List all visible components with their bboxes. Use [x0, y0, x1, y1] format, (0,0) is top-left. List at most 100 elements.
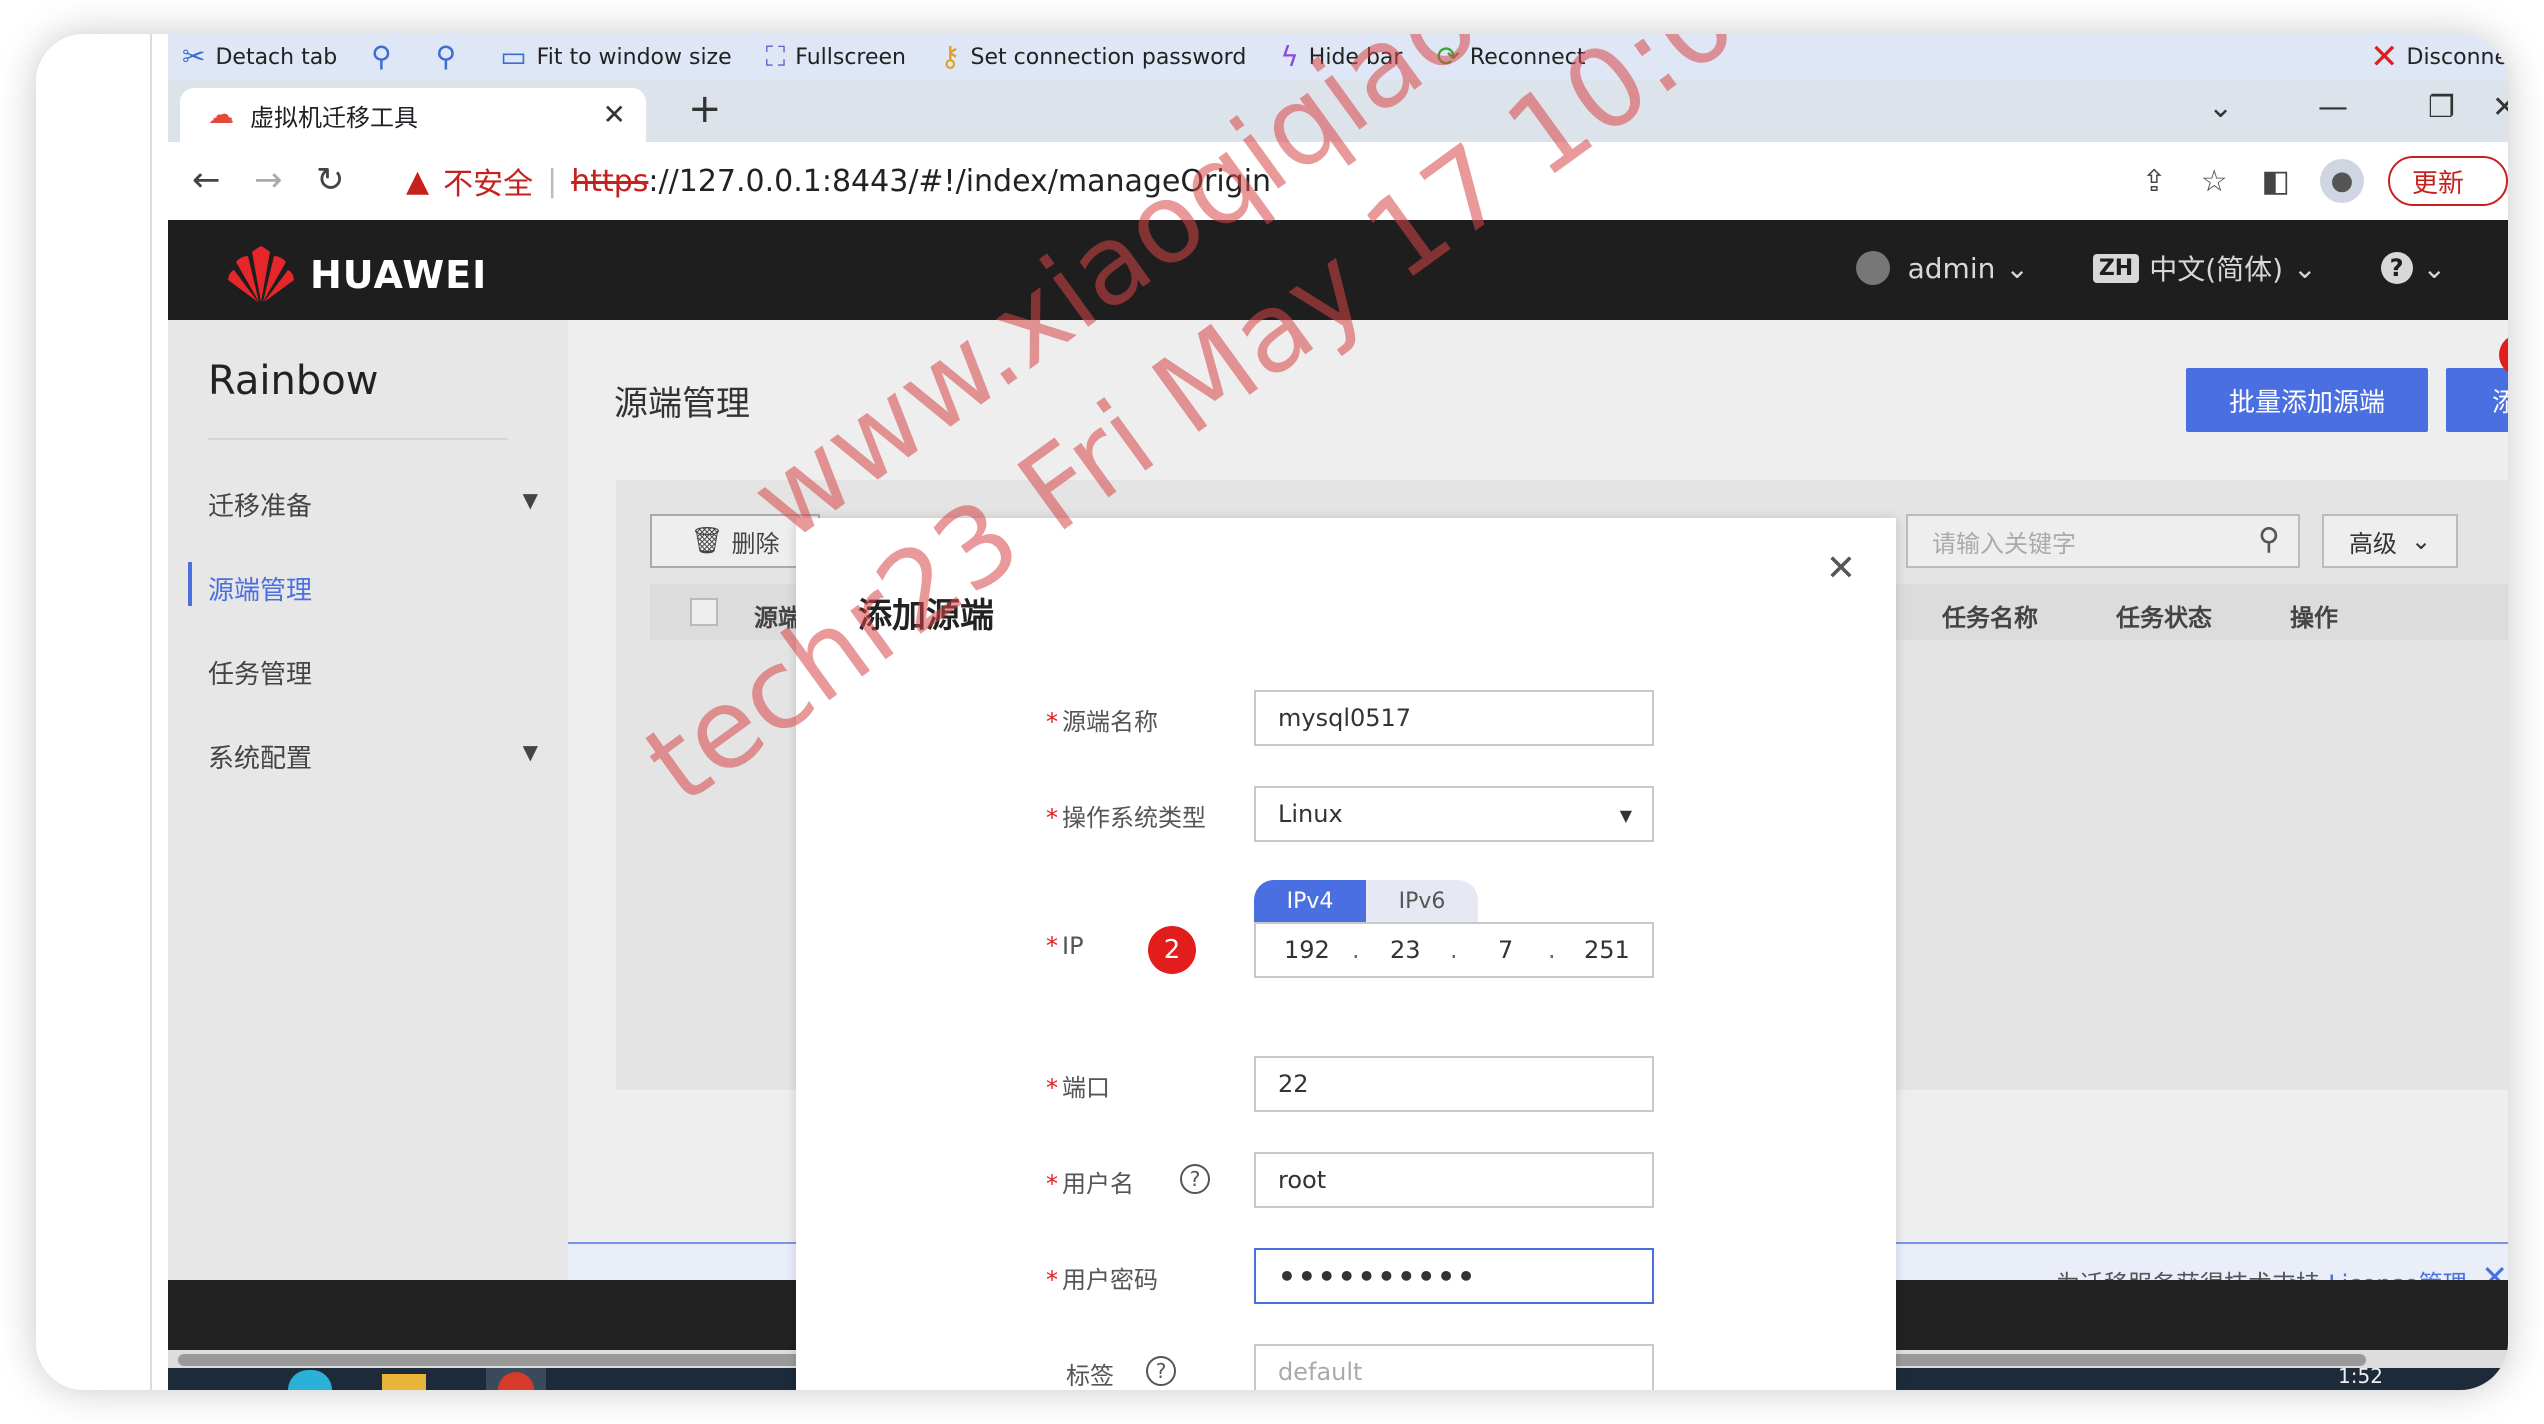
column-header: 操作: [2290, 604, 2338, 632]
language-menu[interactable]: ZH 中文(简体) ⌄: [2092, 248, 2317, 288]
profile-avatar[interactable]: ●: [2320, 159, 2364, 203]
disconnect-button[interactable]: ✕ Disconne: [2370, 34, 2508, 80]
detach-tab-button[interactable]: ✂ Detach tab: [182, 43, 337, 71]
ip-address-input[interactable]: 192 . 23 . 7 . 251: [1254, 922, 1654, 978]
star-icon[interactable]: ☆: [2201, 164, 2228, 199]
caret-down-icon: ▼: [522, 488, 538, 512]
ip-octet[interactable]: 23: [1390, 936, 1421, 964]
ip-dot: .: [1548, 936, 1556, 964]
os-type-select[interactable]: Linux ▼: [1254, 786, 1654, 842]
step-badge-2: 2: [1148, 926, 1196, 974]
sidebar-item-system-config[interactable]: 系统配置 ▼: [208, 738, 538, 775]
ip-octet[interactable]: 251: [1584, 936, 1630, 964]
caret-down-icon: ▼: [522, 740, 538, 764]
ip-octet[interactable]: 7: [1498, 936, 1513, 964]
sidebar-item-source-management[interactable]: 源端管理: [208, 570, 538, 607]
column-header: 任务状态: [2116, 604, 2212, 632]
key-icon: ⚷: [940, 40, 961, 73]
username-input[interactable]: root: [1254, 1152, 1654, 1208]
header-right: admin ⌄ ZH 中文(简体) ⌄ ? ⌄: [1792, 248, 2446, 288]
tab-ipv6[interactable]: IPv6: [1366, 880, 1478, 922]
back-arrow-icon[interactable]: ←: [192, 160, 221, 200]
trash-icon: 🗑: [690, 526, 724, 556]
select-all-checkbox[interactable]: [690, 598, 718, 626]
tag-input[interactable]: default: [1254, 1344, 1654, 1390]
ip-octet[interactable]: 192: [1284, 936, 1330, 964]
column-header: 任务名称: [1942, 604, 2038, 632]
column-header: 源端: [754, 604, 802, 632]
help-circle-icon[interactable]: ?: [1180, 1164, 1210, 1194]
delete-button[interactable]: 🗑 删除: [650, 514, 820, 568]
help-menu[interactable]: ? ⌄: [2380, 251, 2446, 285]
url-path: ://127.0.0.1:8443/#!/index/manageOrigin: [648, 163, 1272, 199]
tab-ipv4[interactable]: IPv4: [1254, 880, 1366, 922]
forward-arrow-icon[interactable]: →: [254, 160, 283, 200]
help-icon: ?: [2380, 252, 2413, 284]
zoom-in-icon: ⚲: [371, 40, 392, 73]
left-divider: [150, 34, 152, 1390]
zoom-in-button[interactable]: ⚲: [371, 43, 402, 71]
user-avatar-icon: [1855, 251, 1890, 285]
active-indicator: [188, 562, 192, 606]
chevron-down-icon: ⌄: [2422, 251, 2446, 285]
required-asterisk: *: [1046, 708, 1058, 736]
password-input[interactable]: ••••••••••: [1254, 1248, 1654, 1304]
sidebar-divider: [208, 438, 508, 440]
fullscreen-icon: ⛶: [765, 40, 786, 73]
required-asterisk: *: [1046, 1170, 1058, 1198]
folder-app-icon[interactable]: [382, 1374, 426, 1390]
screenshot-card: ✂ Detach tab ⚲ ⚲ ▭ Fit to window size ⛶ …: [36, 34, 2508, 1390]
set-password-button[interactable]: ⚷ Set connection password: [940, 43, 1246, 71]
window-close-button[interactable]: ✕: [2492, 90, 2508, 125]
user-menu[interactable]: admin ⌄: [1855, 251, 2029, 285]
dialog-title: 添加源端: [858, 596, 994, 636]
reconnect-button[interactable]: ⟳ Reconnect: [1436, 43, 1585, 71]
browser-app-icon[interactable]: [288, 1370, 332, 1390]
username-row: * 用户名 ? root: [796, 1152, 1896, 1208]
hide-bar-button[interactable]: ϟ Hide bar: [1280, 43, 1402, 71]
fit-window-button[interactable]: ▭ Fit to window size: [500, 43, 731, 71]
update-button[interactable]: 更新: [2388, 156, 2508, 206]
huawei-logo: HUAWEI: [226, 246, 487, 304]
restore-button[interactable]: ❐: [2428, 90, 2455, 125]
port-row: * 端口 22: [796, 1056, 1896, 1112]
search-icon[interactable]: ⚲: [2258, 522, 2280, 557]
batch-add-source-button[interactable]: 批量添加源端: [2186, 368, 2428, 432]
tab-search-chevron-icon[interactable]: ⌄: [2208, 90, 2233, 125]
minimize-button[interactable]: —: [2318, 90, 2348, 125]
search-input[interactable]: 请输入关键字 ⚲: [1906, 514, 2300, 568]
add-source-dialog: 添加源端 ✕ * 源端名称 mysql0517 * 操作系统类型 Linux ▼ *…: [796, 518, 1896, 1390]
address-actions: ⇪ ☆ ◧ ● 更新: [2108, 156, 2508, 206]
new-tab-button[interactable]: +: [688, 86, 722, 132]
taskbar-clock: 1:52: [2338, 1364, 2383, 1388]
monitor-icon: ▭: [500, 40, 527, 73]
tag-row: 标签 ? default: [796, 1344, 1896, 1390]
ip-version-tabs: IPv4 IPv6: [1254, 880, 1478, 922]
source-name-input[interactable]: mysql0517: [1254, 690, 1654, 746]
sidebar-item-migration-prep[interactable]: 迁移准备 ▼: [208, 486, 538, 523]
tab-close-icon[interactable]: ✕: [603, 98, 626, 131]
add-source-button[interactable]: 添加源端: [2446, 368, 2508, 432]
help-circle-icon[interactable]: ?: [1146, 1356, 1176, 1386]
app-header: HUAWEI admin ⌄ ZH 中文(简体) ⌄ ? ⌄: [168, 220, 2508, 320]
share-icon[interactable]: ⇪: [2142, 164, 2167, 199]
reload-icon[interactable]: ↻: [316, 160, 345, 200]
port-input[interactable]: 22: [1254, 1056, 1654, 1112]
lightning-icon: ϟ: [1280, 40, 1299, 73]
insecure-label: 不安全: [443, 167, 534, 202]
sidebar-item-task-management[interactable]: 任务管理: [208, 654, 538, 691]
dialog-close-icon[interactable]: ✕: [1826, 548, 1856, 589]
url-field[interactable]: ▲ 不安全 | https ://127.0.0.1:8443/#!/index…: [388, 152, 2218, 210]
advanced-search-button[interactable]: 高级 ⌄: [2322, 514, 2458, 568]
chevron-down-icon: ⌄: [2293, 251, 2317, 285]
source-name-row: * 源端名称 mysql0517: [796, 690, 1896, 746]
huawei-petal-icon: [228, 246, 294, 302]
browser-tab-strip: ☁ 虚拟机迁移工具 ✕ + ⌄ — ❐ ✕: [168, 80, 2508, 142]
zoom-out-button[interactable]: ⚲: [436, 43, 467, 71]
fullscreen-button[interactable]: ⛶ Fullscreen: [766, 43, 906, 71]
zoom-out-icon: ⚲: [435, 40, 457, 73]
sidebar: Rainbow 迁移准备 ▼ 源端管理 任务管理 系统配置 ▼: [168, 320, 568, 1280]
browser-tab[interactable]: ☁ 虚拟机迁移工具 ✕: [180, 88, 646, 142]
remote-screen: ✂ Detach tab ⚲ ⚲ ▭ Fit to window size ⛶ …: [168, 34, 2508, 1390]
side-panel-icon[interactable]: ◧: [2262, 164, 2290, 199]
